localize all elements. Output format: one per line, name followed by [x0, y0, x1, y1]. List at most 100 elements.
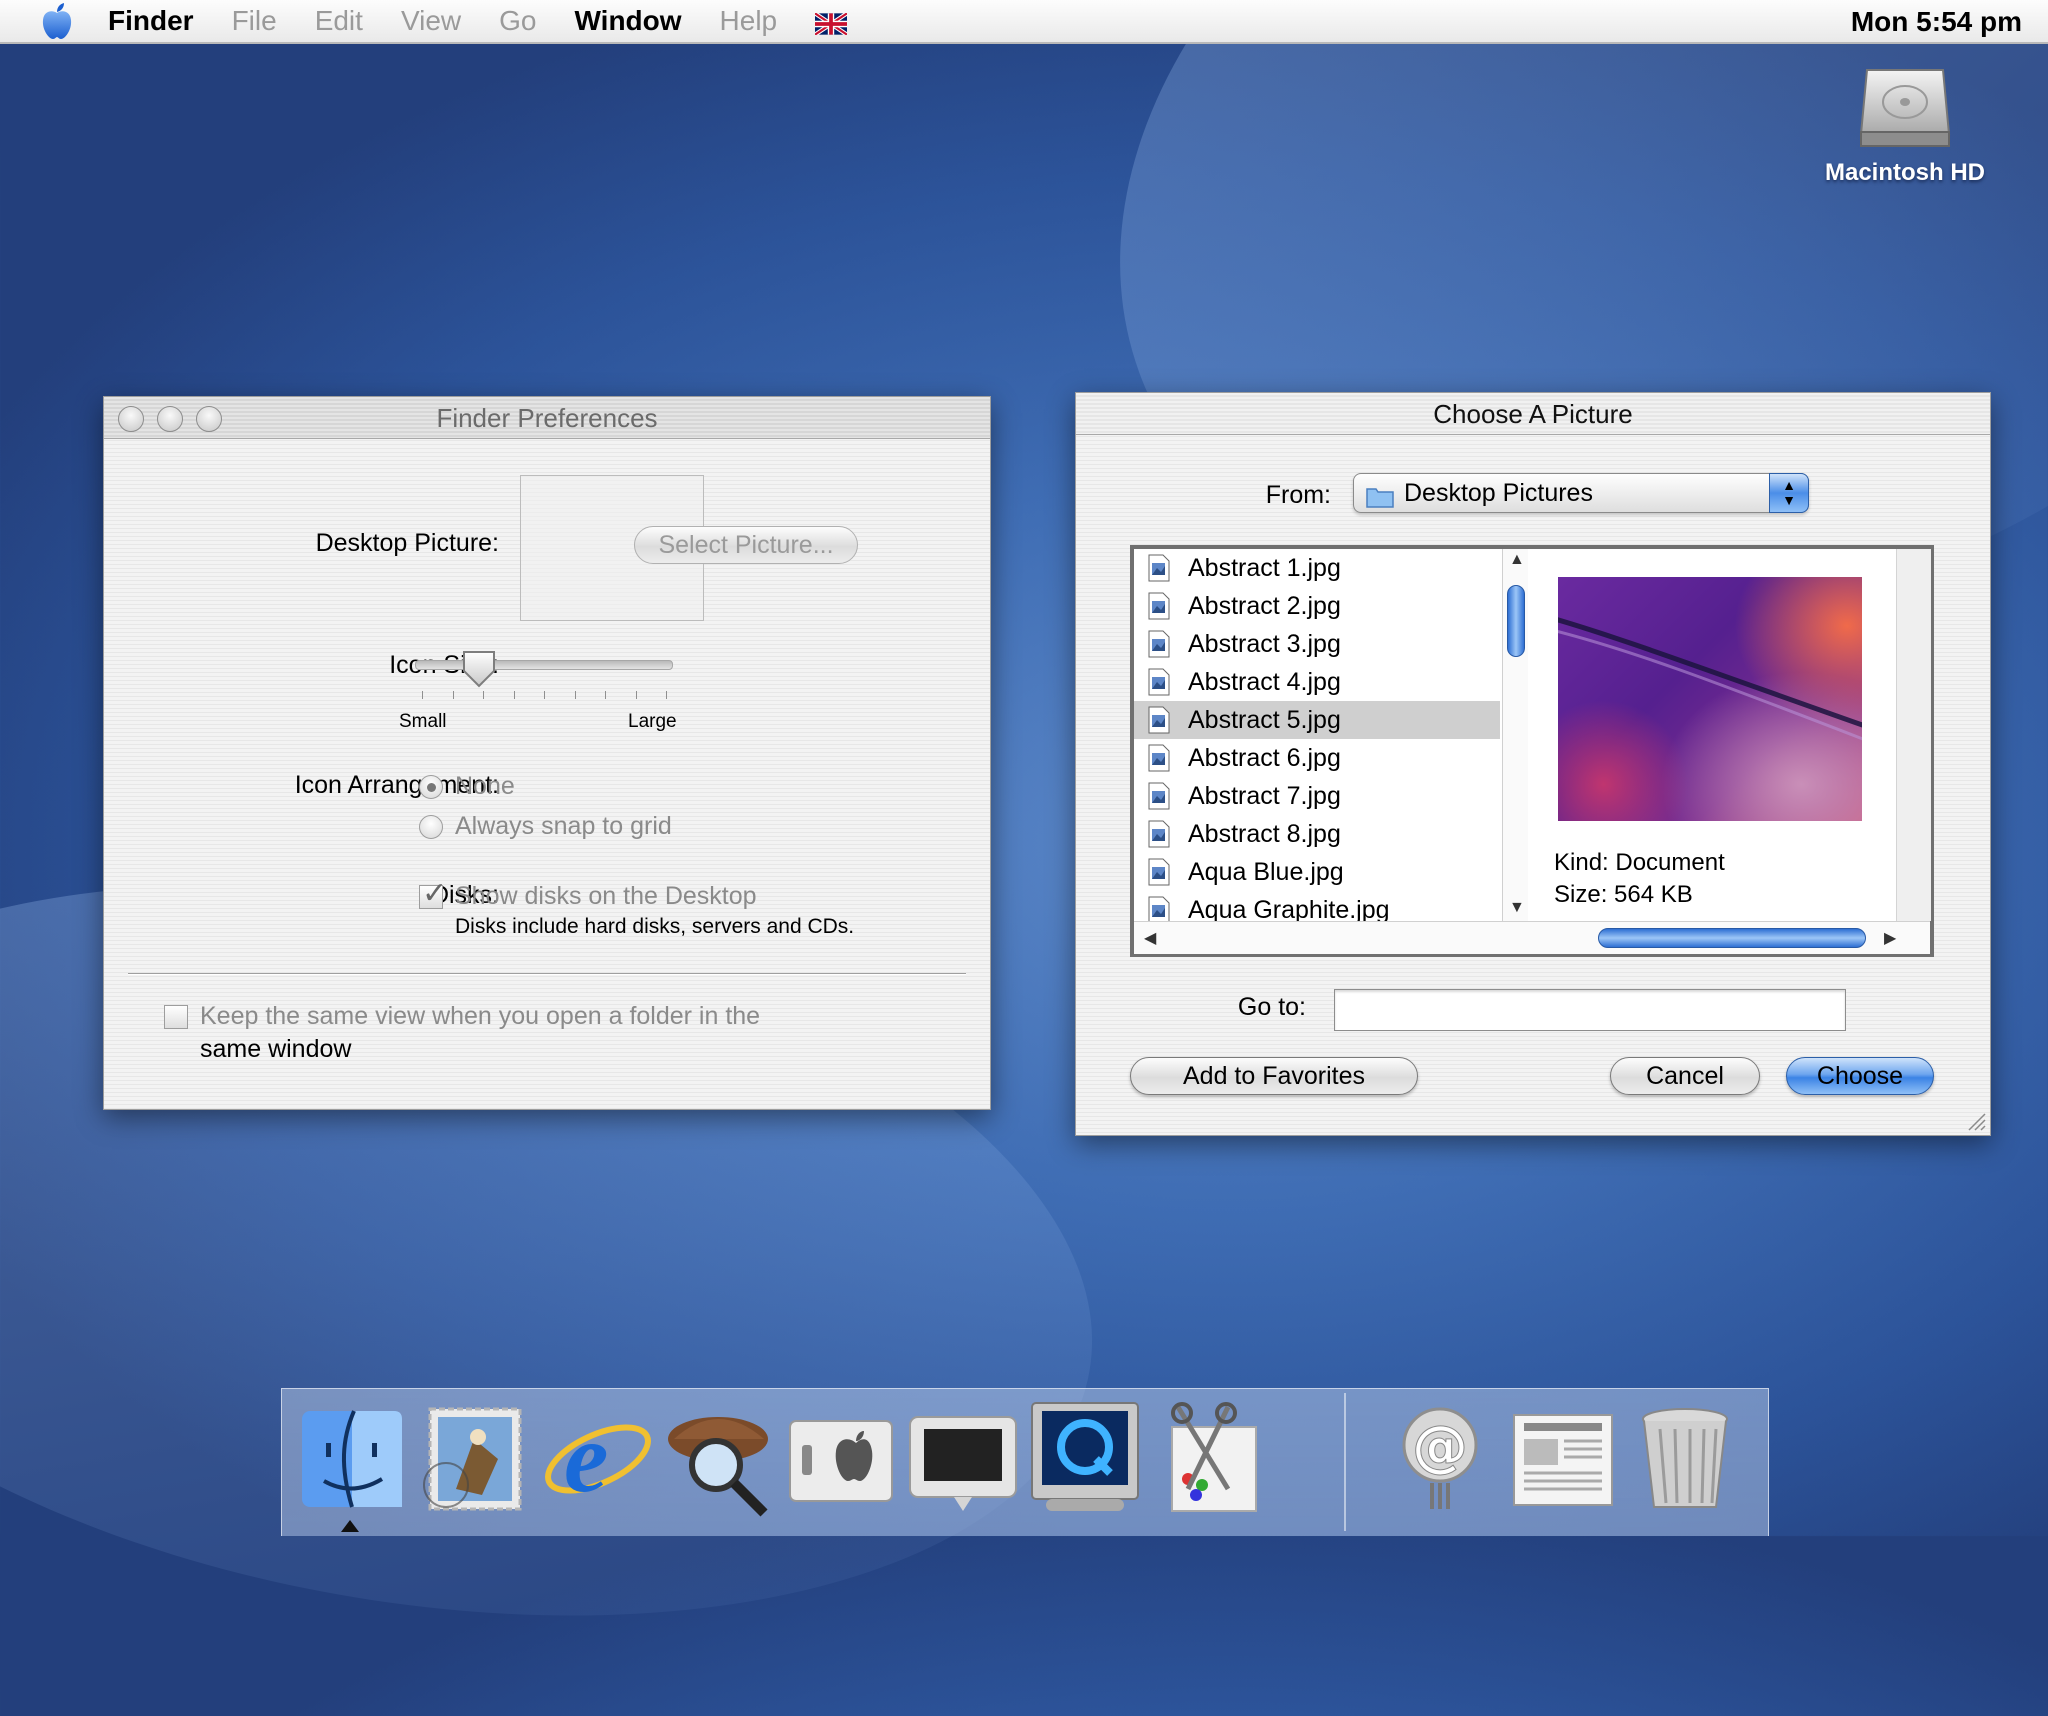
zoom-window-button[interactable] [196, 406, 222, 432]
from-label: From: [1265, 481, 1331, 509]
system-preferences-icon[interactable] [782, 1399, 900, 1517]
file-row[interactable]: Aqua Blue.jpg [1134, 853, 1500, 891]
menu-window[interactable]: Window [574, 5, 681, 37]
scroll-down-arrow-icon[interactable]: ▼ [1509, 899, 1525, 917]
file-row[interactable]: Aqua Graphite.jpg [1134, 891, 1500, 921]
file-row[interactable]: Abstract 2.jpg [1134, 587, 1500, 625]
apple-menu-icon[interactable] [40, 2, 80, 40]
icon-size-slider-thumb[interactable] [461, 649, 497, 694]
image-file-icon [1148, 744, 1170, 772]
file-list-vertical-scrollbar[interactable]: ▲ ▼ [1502, 549, 1529, 921]
newspaper-icon[interactable] [1504, 1399, 1622, 1517]
desktop-picture-label: Desktop Picture: [315, 529, 499, 557]
browser-horizontal-scrollbar[interactable]: ◀ ▶ [1134, 921, 1930, 954]
icon-size-small-label: Small [399, 711, 447, 732]
section-divider [128, 973, 966, 975]
file-name: Abstract 5.jpg [1188, 705, 1341, 734]
slider-tick [666, 691, 667, 699]
popup-arrows-icon: ▲ ▼ [1769, 473, 1809, 513]
dialog-title: Choose A Picture [1433, 399, 1633, 429]
image-file-icon [1148, 706, 1170, 734]
file-row[interactable]: Abstract 3.jpg [1134, 625, 1500, 663]
cancel-button[interactable]: Cancel [1610, 1057, 1760, 1095]
same-view-checkbox[interactable] [164, 1005, 188, 1029]
image-file-icon [1148, 592, 1170, 620]
menu-clock[interactable]: Mon 5:54 pm [1851, 6, 2022, 38]
finder-preferences-window: Finder Preferences Desktop Picture: Sele… [103, 396, 991, 1110]
file-row[interactable]: Abstract 6.jpg [1134, 739, 1500, 777]
window-titlebar[interactable]: Finder Preferences [104, 397, 990, 439]
slider-tick [635, 691, 637, 699]
slider-tick [422, 691, 423, 699]
file-name: Abstract 1.jpg [1188, 553, 1341, 582]
minimize-window-button[interactable] [157, 406, 183, 432]
menu-edit[interactable]: Edit [315, 5, 363, 37]
image-file-icon [1148, 820, 1170, 848]
running-indicator-icon [341, 1520, 359, 1532]
file-name: Aqua Graphite.jpg [1188, 895, 1390, 922]
menu-help[interactable]: Help [720, 5, 778, 37]
menu-go[interactable]: Go [499, 5, 536, 37]
menu-view[interactable]: View [401, 5, 461, 37]
internet-explorer-icon[interactable]: e [538, 1399, 656, 1517]
image-file-icon [1148, 858, 1170, 886]
trash-icon[interactable] [1626, 1399, 1744, 1517]
uk-flag-icon[interactable] [813, 10, 849, 37]
file-row[interactable]: Abstract 5.jpg [1134, 701, 1500, 739]
horizontal-scroll-thumb[interactable] [1598, 928, 1866, 948]
hard-disk-icon [1859, 69, 1951, 147]
resize-grip-icon[interactable] [1964, 1109, 1986, 1131]
scissors-icon[interactable] [1148, 1399, 1266, 1517]
goto-field[interactable] [1334, 989, 1846, 1031]
file-row[interactable]: Abstract 7.jpg [1134, 777, 1500, 815]
choose-picture-dialog: Choose A Picture From: Desktop Pictures … [1075, 392, 1991, 1136]
vertical-scroll-thumb[interactable] [1507, 585, 1525, 657]
menu-app-finder[interactable]: Finder [108, 5, 194, 37]
choose-button[interactable]: Choose [1786, 1057, 1934, 1095]
from-popup-value: Desktop Pictures [1404, 479, 1593, 507]
desktop-disk-macintosh-hd[interactable]: Macintosh HD [1800, 62, 2010, 187]
sherlock-icon[interactable] [660, 1399, 778, 1517]
arrangement-snap-radio[interactable] [419, 815, 443, 839]
dock: e @ [281, 1388, 1769, 1536]
from-popup[interactable]: Desktop Pictures ▲ ▼ [1353, 473, 1809, 513]
icon-size-slider[interactable] [415, 660, 673, 670]
add-to-favorites-button[interactable]: Add to Favorites [1130, 1057, 1418, 1095]
file-name: Abstract 6.jpg [1188, 743, 1341, 772]
goto-label: Go to: [1237, 993, 1306, 1021]
desktop-disk-label: Macintosh HD [1824, 159, 1985, 186]
image-file-icon [1148, 554, 1170, 582]
file-name: Abstract 8.jpg [1188, 819, 1341, 848]
same-view-label-line2: same window [200, 1035, 352, 1063]
file-row[interactable]: Abstract 1.jpg [1134, 549, 1500, 587]
monitor-icon[interactable] [904, 1399, 1022, 1517]
slider-tick [452, 691, 454, 699]
quicktime-icon[interactable] [1026, 1399, 1144, 1517]
file-name: Abstract 4.jpg [1188, 667, 1341, 696]
preview-size: Size: 564 KB [1554, 881, 1693, 908]
select-picture-button[interactable]: Select Picture... [634, 526, 858, 564]
show-disks-checkbox[interactable]: ✓ [419, 877, 447, 910]
close-window-button[interactable] [118, 406, 144, 432]
icon-size-large-label: Large [628, 711, 677, 732]
image-file-icon [1148, 782, 1170, 810]
mail-stamp-icon[interactable] [416, 1399, 534, 1517]
file-row[interactable]: Abstract 8.jpg [1134, 815, 1500, 853]
arrangement-none-radio[interactable] [419, 775, 443, 799]
file-name: Abstract 2.jpg [1188, 591, 1341, 620]
scroll-left-arrow-icon[interactable]: ◀ [1144, 928, 1156, 948]
finder-icon[interactable] [294, 1399, 412, 1517]
file-row[interactable]: Abstract 4.jpg [1134, 663, 1500, 701]
slider-tick [513, 691, 515, 699]
window-title: Finder Preferences [436, 403, 658, 433]
at-sign-icon[interactable]: @ [1382, 1399, 1500, 1517]
scroll-right-arrow-icon[interactable]: ▶ [1884, 928, 1896, 948]
svg-text:e: e [564, 1402, 608, 1513]
icon-arrangement-label: Icon Arrangement: [294, 771, 499, 799]
scroll-up-arrow-icon[interactable]: ▲ [1509, 551, 1525, 569]
menu-file[interactable]: File [232, 5, 277, 37]
file-browser: Abstract 1.jpg Abstract 2.jpg Abstract 3.j… [1130, 545, 1934, 957]
dialog-titlebar: Choose A Picture [1076, 393, 1990, 435]
image-file-icon [1148, 630, 1170, 658]
column-spacer [1896, 549, 1931, 921]
